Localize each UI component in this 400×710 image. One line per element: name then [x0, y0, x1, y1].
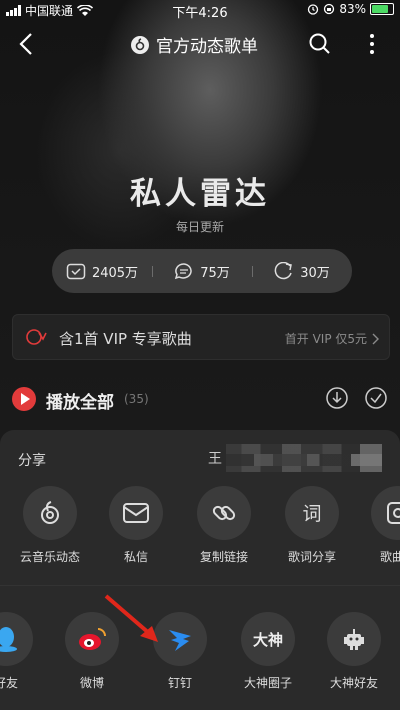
multi-select-icon[interactable]	[364, 386, 388, 410]
share-icon	[274, 262, 293, 280]
back-icon[interactable]	[16, 32, 38, 56]
comment-icon	[175, 263, 192, 280]
play-all-count: (35)	[124, 392, 149, 406]
lyrics-icon: 词	[285, 486, 339, 540]
more-icon[interactable]	[364, 32, 380, 56]
battery-percent: 83%	[339, 2, 366, 16]
share-dashen-friend-button[interactable]: 大神好友	[314, 612, 394, 691]
comment-button[interactable]: 75万	[152, 262, 252, 281]
blurred-recent-contacts-overlay	[226, 454, 382, 466]
share-qq-button[interactable]: 好友	[0, 612, 46, 691]
share-row-divider	[0, 585, 400, 586]
dashen-logo-glyph: 大神	[252, 630, 283, 649]
share-cloud-music-button[interactable]: 云音乐动态	[10, 486, 90, 565]
share-song-card-button[interactable]: 歌曲卡	[358, 486, 400, 565]
collect-count: 2405万	[91, 265, 139, 281]
share-copy-link-label: 复制链接	[199, 550, 248, 564]
vip-banner-text: 含1首 VIP 专享歌曲	[59, 330, 192, 348]
share-cloud-music-label: 云音乐动态	[19, 550, 80, 564]
share-dashen-friend-label: 大神好友	[329, 676, 378, 690]
playlist-subtitle: 每日更新	[175, 220, 224, 234]
battery-icon	[370, 3, 394, 15]
alarm-icon	[308, 4, 319, 15]
share-dashen-circle-label: 大神圈子	[243, 676, 292, 690]
cloud-music-icon	[23, 486, 77, 540]
status-bar: 中国联通 下午4:26 83%	[0, 0, 400, 21]
netease-logo-icon	[131, 35, 149, 54]
pointer-arrow-icon	[104, 594, 158, 642]
playlist-title: 私人雷达	[130, 176, 270, 212]
vip-banner-action[interactable]: 首开 VIP 仅5元	[285, 330, 379, 347]
play-all-row[interactable]: 播放全部 (35)	[12, 383, 388, 415]
dashen-robot-icon	[327, 612, 381, 666]
share-lyrics-button[interactable]: 词 歌词分享	[272, 486, 352, 565]
song-card-icon	[371, 486, 400, 540]
message-icon	[109, 486, 163, 540]
nav-bar: 官方动态歌单	[0, 24, 400, 64]
stats-bar: 2405万 75万 30万	[52, 249, 352, 293]
share-count: 30万	[300, 265, 330, 281]
nav-title-group: 官方动态歌单	[130, 32, 258, 57]
share-sheet: 分享 王 云音乐动态 私信 复制链接 词 歌词分享 歌曲 友 微博 钉钉 大神 …	[0, 430, 400, 710]
play-all-icon[interactable]	[12, 387, 36, 411]
share-copy-link-button[interactable]: 复制链接	[184, 486, 264, 565]
share-user-name: 王	[208, 451, 222, 467]
link-icon	[197, 486, 251, 540]
playlist-cover-background	[0, 0, 400, 430]
share-lyrics-label: 歌词分享	[287, 550, 336, 564]
search-icon[interactable]	[308, 32, 332, 56]
download-icon[interactable]	[325, 386, 349, 410]
share-dingtalk-label: 钉钉	[167, 676, 192, 690]
nav-title: 官方动态歌单	[156, 37, 258, 57]
status-right: 83%	[307, 2, 394, 16]
share-sheet-title: 分享	[18, 453, 46, 469]
share-qq-label: 好友	[0, 676, 18, 690]
qq-icon	[0, 612, 33, 666]
chevron-right-icon	[372, 333, 379, 344]
play-all-label: 播放全部	[46, 393, 114, 413]
share-button[interactable]: 30万	[252, 262, 352, 281]
vip-songs-icon	[26, 329, 47, 345]
share-weibo-label: 微博	[79, 676, 104, 690]
collect-icon	[66, 263, 86, 280]
share-message-button[interactable]: 私信	[96, 486, 176, 565]
rotation-lock-icon	[324, 3, 335, 15]
svg-text:词: 词	[302, 503, 321, 525]
vip-banner[interactable]: 含1首 VIP 专享歌曲 首开 VIP 仅5元	[12, 314, 390, 360]
dashen-icon: 大神	[241, 612, 295, 666]
share-message-label: 私信	[123, 550, 148, 564]
comment-count: 75万	[200, 265, 230, 281]
collect-button[interactable]: 2405万	[52, 262, 152, 281]
share-song-card-label: 歌曲卡	[379, 550, 400, 564]
share-dashen-circle-button[interactable]: 大神 大神圈子	[228, 612, 308, 691]
vip-banner-action-label: 首开 VIP 仅5元	[284, 332, 367, 346]
